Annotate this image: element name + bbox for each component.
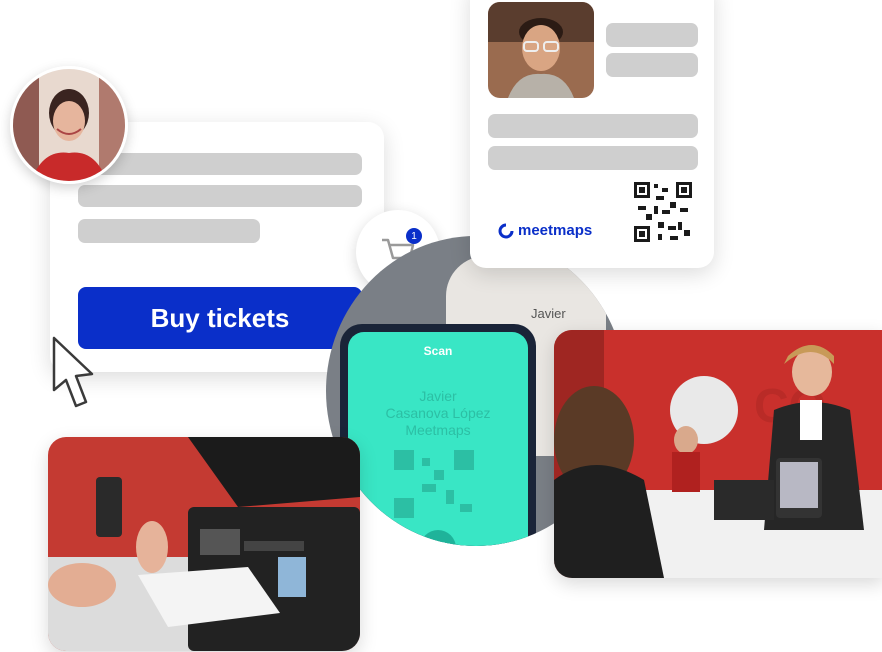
mouse-pointer-icon [52, 336, 94, 408]
attendee-company: Meetmaps [405, 422, 471, 438]
attendee-avatar-woman [10, 66, 128, 184]
attendee-badge-card: meetmaps [470, 0, 714, 268]
placeholder-line [488, 146, 698, 170]
attendee-last-name: Casanova López [385, 405, 491, 421]
placeholder-line [606, 23, 698, 47]
buy-tickets-button[interactable]: Buy tickets [78, 287, 362, 349]
brand-name: meetmaps [518, 222, 593, 239]
placeholder-line [78, 219, 260, 243]
meetmaps-logo-icon [498, 223, 514, 238]
smartphone: Scan Javier Casanova López Meetmaps [340, 324, 536, 546]
placeholder-line [78, 153, 362, 175]
placeholder-line [606, 53, 698, 77]
ticket-printer-photo [48, 437, 360, 651]
attendee-first-name: Javier [419, 388, 457, 404]
check-in-desk-photo: CO [554, 330, 882, 578]
check-icon [420, 530, 456, 546]
qr-code-icon [634, 182, 692, 242]
placeholder-line [488, 114, 698, 138]
meetmaps-brand: meetmaps [498, 222, 592, 239]
placeholder-line [78, 185, 362, 207]
qr-code-icon [394, 450, 474, 518]
attendee-avatar-man [488, 2, 594, 98]
cart-count-badge: 1 [406, 228, 422, 244]
phone-screen: Scan Javier Casanova López Meetmaps [348, 332, 528, 546]
lanyard-name-text: Javier [531, 306, 566, 321]
attendee-name-on-screen: Javier Casanova López Meetmaps [348, 388, 528, 439]
scan-label: Scan [423, 344, 453, 358]
